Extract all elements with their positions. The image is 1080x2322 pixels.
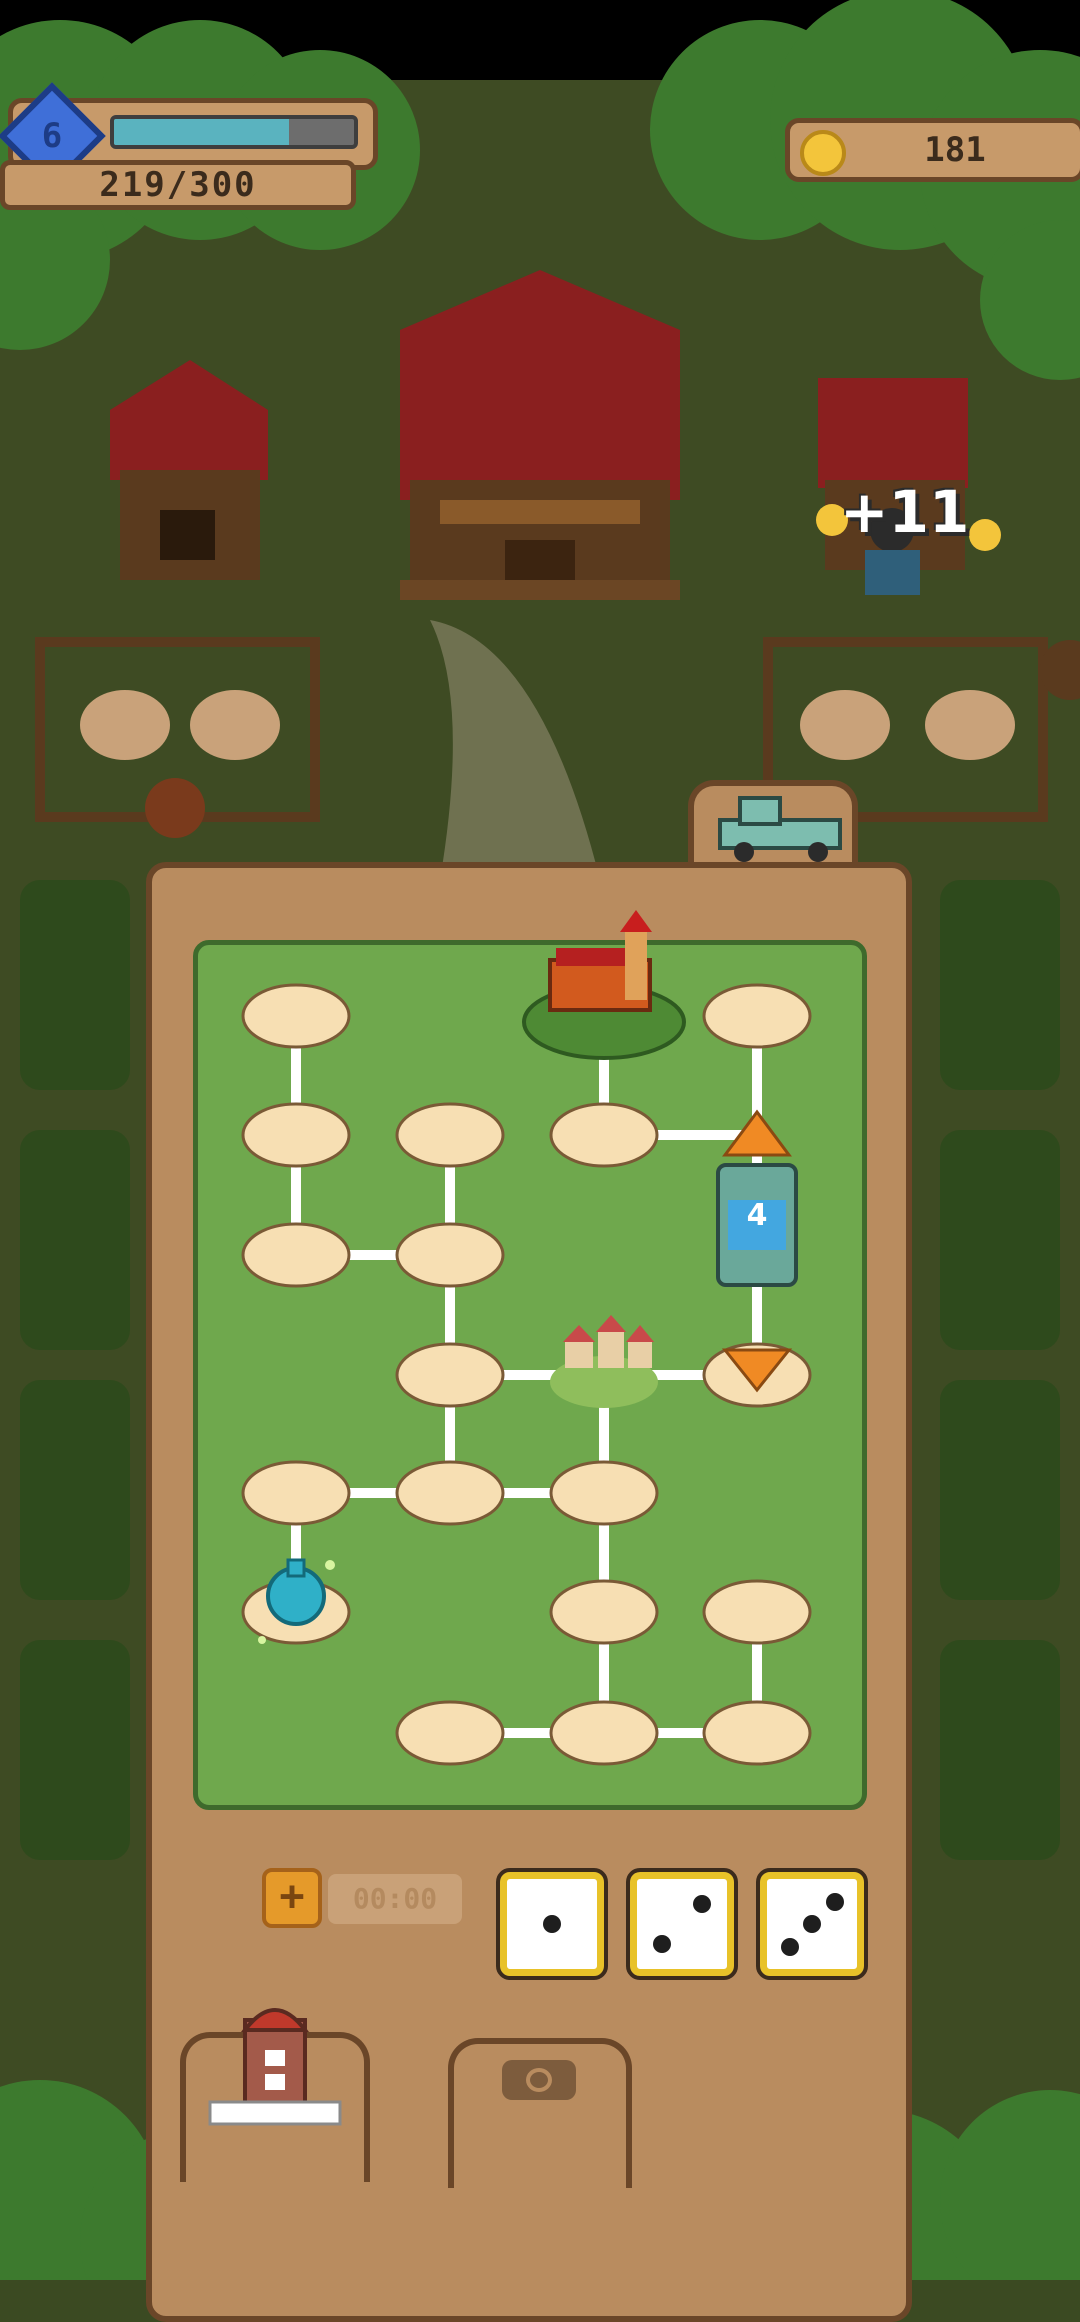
- plus-icon[interactable]: +: [262, 1868, 322, 1928]
- player-token-number: 4: [746, 1198, 768, 1233]
- die-pip: [653, 1934, 672, 1953]
- die-pip: [825, 1892, 844, 1911]
- die-pip: [692, 1895, 711, 1914]
- xp-counter: 219/300: [99, 165, 257, 205]
- truck-icon[interactable]: [710, 790, 850, 870]
- refill-timer: 00:00: [328, 1874, 462, 1924]
- game-board: [193, 940, 867, 1810]
- die-two[interactable]: [626, 1868, 738, 1980]
- coin-count: 181: [924, 130, 986, 170]
- die-pip: [543, 1915, 561, 1933]
- floating-coin-reward: +11: [840, 478, 970, 546]
- die-pip: [803, 1915, 821, 1933]
- die-pip: [780, 1937, 799, 1956]
- xp-progress-fill: [114, 119, 290, 145]
- die-one[interactable]: [496, 1868, 608, 1980]
- xp-progress-bar: [110, 115, 358, 149]
- main-barn: [400, 270, 680, 600]
- camera-lens: [526, 2068, 552, 2092]
- die-three[interactable]: [756, 1868, 868, 1980]
- coin-icon: [800, 130, 846, 176]
- silo-icon[interactable]: [200, 1990, 350, 2140]
